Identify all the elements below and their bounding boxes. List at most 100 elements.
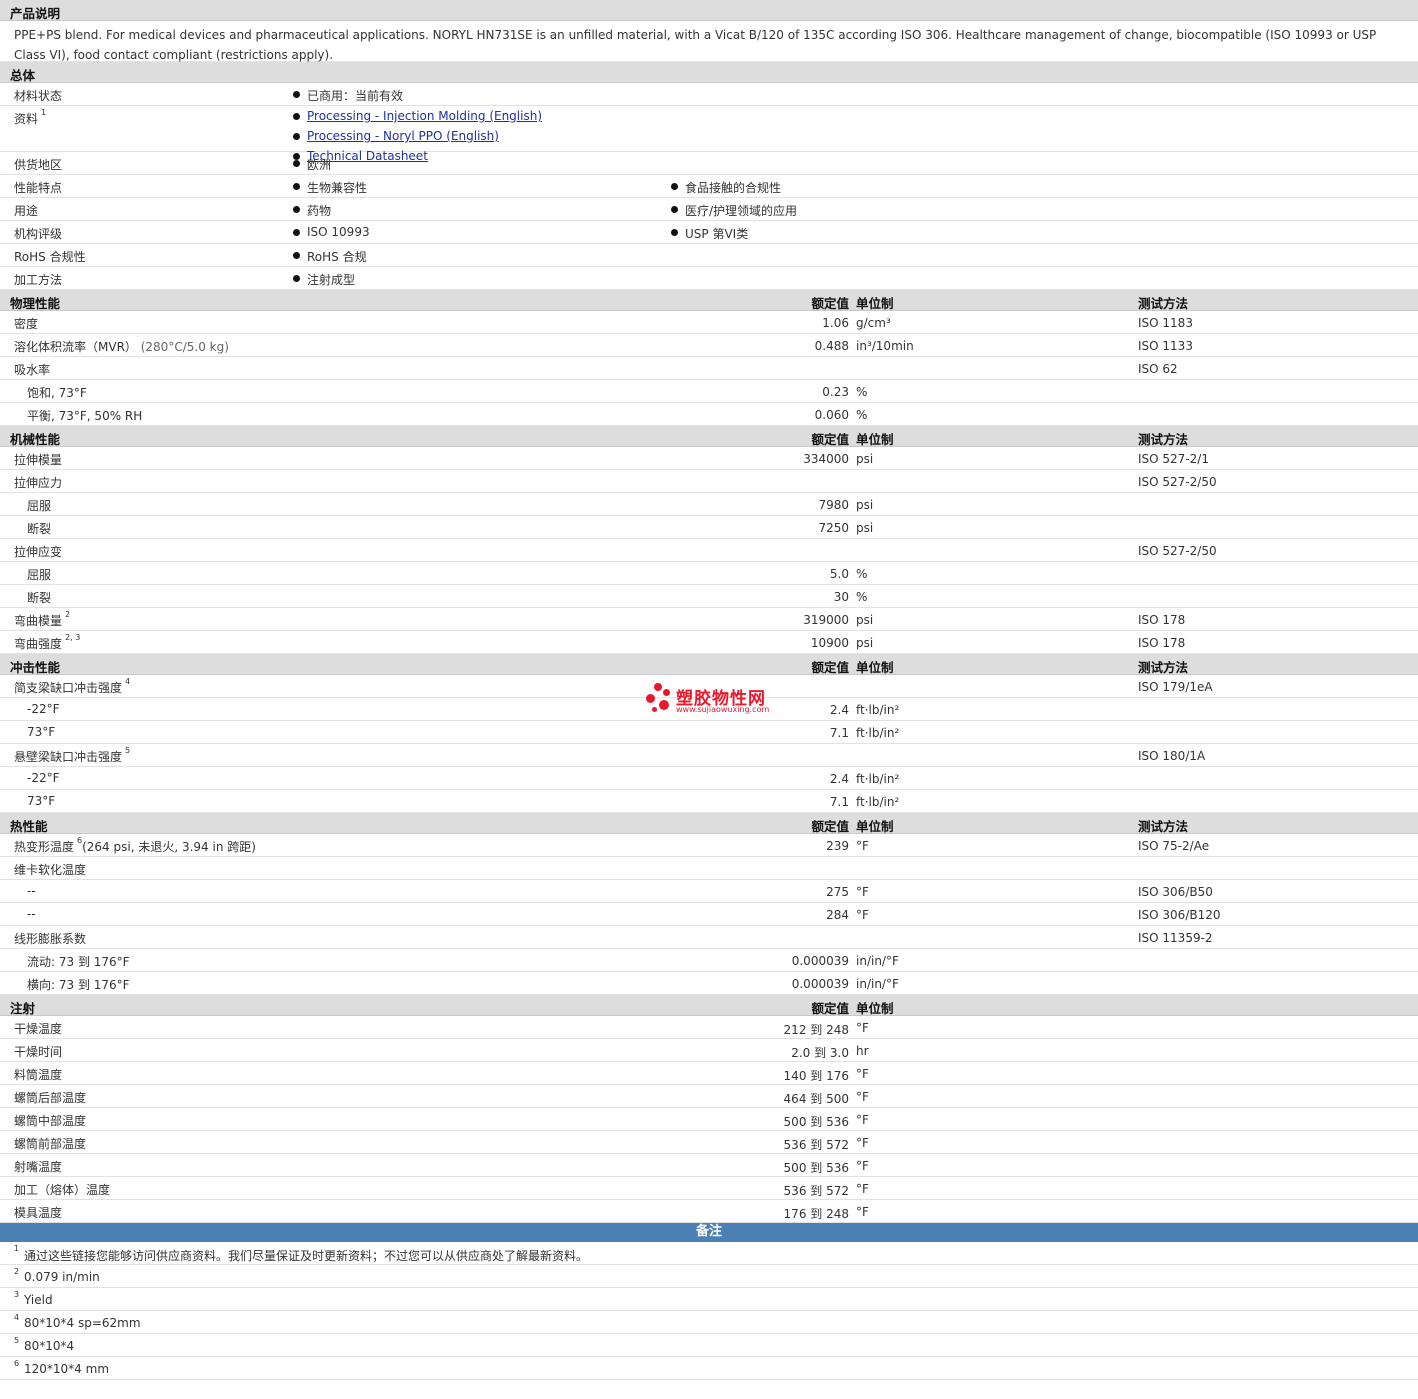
izod-room-row: 73°F 7.1 ft·lb/in² bbox=[0, 790, 1418, 813]
injection-row: 射嘴温度 500 到 536 °F bbox=[0, 1154, 1418, 1177]
note-text: 120*10*4 mm bbox=[24, 1362, 110, 1376]
clte-flow-row: 流动: 73 到 176°F 0.000039 in/in/°F bbox=[0, 949, 1418, 972]
note-number: 1 bbox=[14, 1244, 20, 1253]
injection-value: 2.0 到 3.0 bbox=[791, 1046, 849, 1060]
clte-row: 线形膨胀系数 ISO 11359-2 bbox=[0, 926, 1418, 949]
izod-row: 悬壁梁缺口冲击强度 5 ISO 180/1A bbox=[0, 744, 1418, 767]
strain-yield-row: 屈服 5.0% bbox=[0, 562, 1418, 585]
uses-row: 用途 药物 医疗/护理领域的应用 bbox=[0, 198, 1418, 221]
note-text: Yield bbox=[24, 1293, 53, 1307]
injection-label: 料筒温度 bbox=[14, 1068, 63, 1082]
injection-unit: °F bbox=[856, 1021, 869, 1035]
impact-header: 冲击性能 额定值 单位制 测试方法 bbox=[0, 654, 1418, 675]
injection-row: 螺筒前部温度 536 到 572 °F bbox=[0, 1131, 1418, 1154]
equilibrium-row: 平衡, 73°F, 50% RH 0.060% bbox=[0, 403, 1418, 426]
region-row: 供货地区 欧洲 bbox=[0, 152, 1418, 175]
status-row: 材料状态 已商用：当前有效 bbox=[0, 83, 1418, 106]
vicat-b50-row: -- 275 °F ISO 306/B50 bbox=[0, 880, 1418, 903]
mvr-row: 溶化体积流率（MVR） (280°C/5.0 kg) 0.488 in³/10min… bbox=[0, 334, 1418, 357]
izod-cold-row: -22°F 2.4 ft·lb/in² bbox=[0, 767, 1418, 790]
stress-break-row: 断裂 7250 psi bbox=[0, 516, 1418, 539]
tensile-modulus-row: 拉伸模量 334000 psi ISO 527-2/1 bbox=[0, 447, 1418, 470]
note-text: 80*10*4 sp=62mm bbox=[24, 1316, 141, 1330]
water-absorption-row: 吸水率 ISO 62 bbox=[0, 357, 1418, 380]
physical-header: 物理性能 额定值 单位制 测试方法 bbox=[0, 290, 1418, 311]
watermark-logo: 塑胶物性网 www.sujiaowuxing.com bbox=[646, 683, 776, 717]
injection-label: 加工（熔体）温度 bbox=[14, 1183, 111, 1197]
injection-label: 螺筒前部温度 bbox=[14, 1137, 87, 1151]
note-row: 5 80*10*4 bbox=[0, 1334, 1418, 1357]
link-processing-noryl[interactable]: Processing - Noryl PPO (English) bbox=[293, 129, 499, 143]
note-row: 2 0.079 in/min bbox=[0, 1265, 1418, 1288]
injection-unit: °F bbox=[856, 1113, 869, 1127]
link-processing-injection[interactable]: Processing - Injection Molding (English) bbox=[292, 109, 542, 123]
vicat-row: 维卡软化温度 bbox=[0, 857, 1418, 880]
documents-row: 资料 1 Processing - Injection Molding (Engl… bbox=[0, 106, 1418, 163]
flexural-modulus-row: 弯曲模量 2 319000 psi ISO 178 bbox=[0, 608, 1418, 631]
injection-value: 176 到 248 bbox=[783, 1207, 849, 1221]
injection-rows: 干燥温度 212 到 248 °F 干燥时间 2.0 到 3.0 hr 料筒温度 140 到 … bbox=[0, 1016, 1418, 1223]
thermal-header: 热性能 额定值 单位制 测试方法 bbox=[0, 813, 1418, 834]
note-text: 通过这些链接您能够访问供应商资料。我们尽量保证及时更新资料；不过您可以从供应商处… bbox=[24, 1249, 589, 1263]
note-row: 4 80*10*4 sp=62mm bbox=[0, 1311, 1418, 1334]
injection-label: 螺筒后部温度 bbox=[14, 1091, 87, 1105]
injection-value: 464 到 500 bbox=[783, 1092, 849, 1106]
note-number: 2 bbox=[14, 1267, 20, 1276]
injection-label: 螺筒中部温度 bbox=[14, 1114, 87, 1128]
product-description: PPE+PS blend. For medical devices and ph… bbox=[0, 21, 1418, 62]
injection-label: 模具温度 bbox=[14, 1206, 63, 1220]
note-text: 80*10*4 bbox=[24, 1339, 75, 1353]
injection-label: 干燥温度 bbox=[14, 1022, 63, 1036]
note-number: 5 bbox=[14, 1336, 20, 1345]
tensile-strain-row: 拉伸应变 ISO 527-2/50 bbox=[0, 539, 1418, 562]
note-number: 3 bbox=[14, 1290, 20, 1299]
saturation-row: 饱和, 73°F 0.23% bbox=[0, 380, 1418, 403]
injection-unit: °F bbox=[856, 1136, 869, 1150]
processing-row: 加工方法 注射成型 bbox=[0, 267, 1418, 290]
strain-break-row: 断裂 30% bbox=[0, 585, 1418, 608]
injection-value: 536 到 572 bbox=[783, 1138, 849, 1152]
injection-unit: °F bbox=[856, 1159, 869, 1173]
features-row: 性能特点 生物兼容性 食品接触的合规性 bbox=[0, 175, 1418, 198]
injection-header: 注射 额定值 单位制 bbox=[0, 995, 1418, 1016]
injection-row: 料筒温度 140 到 176 °F bbox=[0, 1062, 1418, 1085]
clte-transverse-row: 横向: 73 到 176°F 0.000039 in/in/°F bbox=[0, 972, 1418, 995]
mechanical-header: 机械性能 额定值 单位制 测试方法 bbox=[0, 426, 1418, 447]
injection-row: 螺筒中部温度 500 到 536 °F bbox=[0, 1108, 1418, 1131]
hdt-row: 热变形温度 6(264 psi, 未退火, 3.94 in 跨距) 239 °F ISO… bbox=[0, 834, 1418, 857]
injection-value: 140 到 176 bbox=[783, 1069, 849, 1083]
injection-value: 500 到 536 bbox=[783, 1115, 849, 1129]
injection-value: 212 到 248 bbox=[783, 1023, 849, 1037]
note-row: 6 120*10*4 mm bbox=[0, 1357, 1418, 1380]
product-description-header: 产品说明 bbox=[0, 0, 1418, 21]
notes-header: 备注 bbox=[0, 1223, 1418, 1242]
injection-row: 干燥时间 2.0 到 3.0 hr bbox=[0, 1039, 1418, 1062]
injection-unit: °F bbox=[856, 1067, 869, 1081]
injection-value: 500 到 536 bbox=[783, 1161, 849, 1175]
tensile-stress-row: 拉伸应力 ISO 527-2/50 bbox=[0, 470, 1418, 493]
injection-value: 536 到 572 bbox=[783, 1184, 849, 1198]
injection-unit: °F bbox=[856, 1090, 869, 1104]
flexural-strength-row: 弯曲强度 2, 3 10900 psi ISO 178 bbox=[0, 631, 1418, 654]
note-number: 4 bbox=[14, 1313, 20, 1322]
charpy-room-row: 73°F 7.1 ft·lb/in² bbox=[0, 721, 1418, 744]
injection-label: 干燥时间 bbox=[14, 1045, 63, 1059]
vicat-b120-row: -- 284 °F ISO 306/B120 bbox=[0, 903, 1418, 926]
note-number: 6 bbox=[14, 1359, 20, 1368]
injection-row: 模具温度 176 到 248 °F bbox=[0, 1200, 1418, 1223]
injection-row: 加工（熔体）温度 536 到 572 °F bbox=[0, 1177, 1418, 1200]
stress-yield-row: 屈服 7980 psi bbox=[0, 493, 1418, 516]
injection-label: 射嘴温度 bbox=[14, 1160, 63, 1174]
agency-row: 机构评级 ISO 10993 USP 第VI类 bbox=[0, 221, 1418, 244]
injection-unit: hr bbox=[856, 1044, 869, 1058]
injection-unit: °F bbox=[856, 1205, 869, 1219]
injection-unit: °F bbox=[856, 1182, 869, 1196]
density-row: 密度 1.06 g/cm³ ISO 1183 bbox=[0, 311, 1418, 334]
note-row: 3 Yield bbox=[0, 1288, 1418, 1311]
injection-row: 螺筒后部温度 464 到 500 °F bbox=[0, 1085, 1418, 1108]
note-text: 0.079 in/min bbox=[24, 1270, 100, 1284]
note-row: 1 通过这些链接您能够访问供应商资料。我们尽量保证及时更新资料；不过您可以从供应商… bbox=[0, 1242, 1418, 1265]
rohs-row: RoHS 合规性 RoHS 合规 bbox=[0, 244, 1418, 267]
general-header: 总体 bbox=[0, 62, 1418, 83]
notes-rows: 1 通过这些链接您能够访问供应商资料。我们尽量保证及时更新资料；不过您可以从供应商… bbox=[0, 1242, 1418, 1380]
